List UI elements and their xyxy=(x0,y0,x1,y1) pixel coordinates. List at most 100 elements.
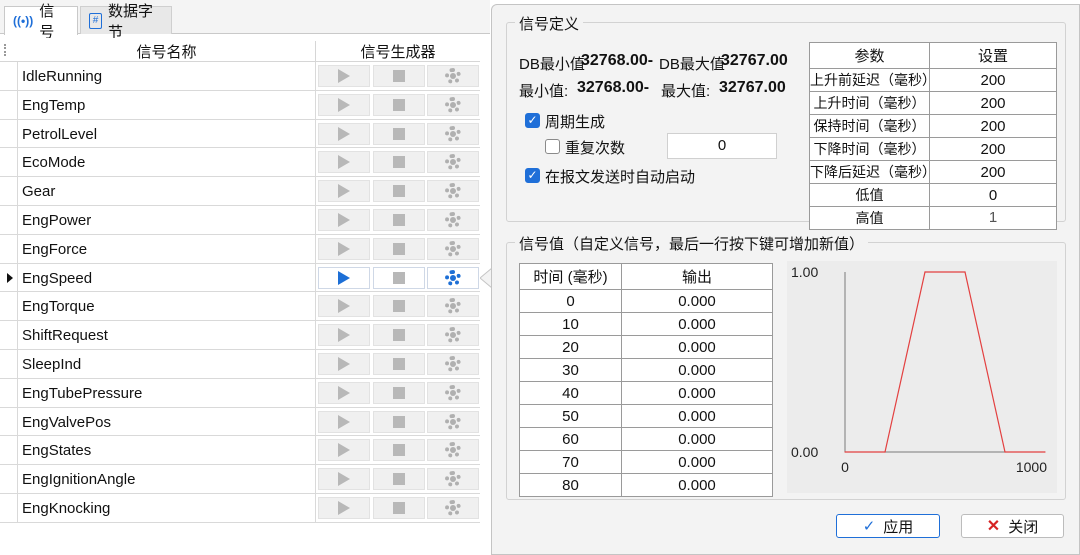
signal-row[interactable]: EngPower xyxy=(0,205,480,235)
start-button[interactable] xyxy=(318,208,370,231)
start-button[interactable] xyxy=(318,381,370,404)
value-row[interactable]: 40 0.000 xyxy=(519,381,773,405)
signal-row[interactable]: EngTubePressure xyxy=(0,378,480,408)
row-selector[interactable] xyxy=(0,407,18,436)
signal-row[interactable]: ShiftRequest xyxy=(0,321,480,350)
row-selector[interactable] xyxy=(0,321,18,349)
value-output[interactable]: 0.000 xyxy=(621,289,773,313)
signal-row[interactable]: EcoMode xyxy=(0,148,480,178)
row-selector[interactable] xyxy=(0,292,18,321)
param-row[interactable]: 上升时间（毫秒） 200 xyxy=(809,91,1057,115)
start-button[interactable] xyxy=(318,151,370,174)
value-output[interactable]: 0.000 xyxy=(621,358,773,382)
settings-button[interactable] xyxy=(427,237,479,260)
row-selector[interactable] xyxy=(0,119,18,148)
value-row[interactable]: 60 0.000 xyxy=(519,427,773,451)
settings-button[interactable] xyxy=(427,352,479,375)
start-button[interactable] xyxy=(318,468,370,491)
param-row[interactable]: 上升前延迟（毫秒） 200 xyxy=(809,68,1057,92)
signal-row[interactable]: EngForce xyxy=(0,234,480,264)
value-time[interactable]: 10 xyxy=(519,312,622,336)
param-row[interactable]: 下降后延迟（毫秒） 200 xyxy=(809,160,1057,184)
value-output[interactable]: 0.000 xyxy=(621,381,773,405)
row-selector[interactable] xyxy=(0,234,18,263)
value-time[interactable]: 50 xyxy=(519,404,622,428)
start-button[interactable] xyxy=(318,352,370,375)
value-row[interactable]: 50 0.000 xyxy=(519,404,773,428)
row-selector[interactable] xyxy=(0,349,18,378)
signal-row[interactable]: EngSpeed xyxy=(0,263,480,293)
stop-button[interactable] xyxy=(373,381,425,404)
param-row[interactable]: 下降时间（毫秒） 200 xyxy=(809,137,1057,161)
signal-row[interactable]: IdleRunning xyxy=(0,62,480,91)
start-button[interactable] xyxy=(318,496,370,519)
start-button[interactable] xyxy=(318,237,370,260)
value-row[interactable]: 10 0.000 xyxy=(519,312,773,336)
param-row[interactable]: 高值 1 xyxy=(809,206,1057,230)
stop-button[interactable] xyxy=(373,496,425,519)
value-row[interactable]: 30 0.000 xyxy=(519,358,773,382)
signal-name-cell[interactable] xyxy=(18,177,316,205)
signal-row[interactable]: SleepInd xyxy=(0,349,480,379)
apply-button[interactable]: ✓ 应用 xyxy=(836,514,940,538)
row-selector[interactable] xyxy=(0,378,18,407)
settings-button[interactable] xyxy=(427,65,479,87)
settings-button[interactable] xyxy=(427,439,479,462)
stop-button[interactable] xyxy=(373,324,425,347)
value-time[interactable]: 30 xyxy=(519,358,622,382)
settings-button[interactable] xyxy=(427,180,479,203)
settings-button[interactable] xyxy=(427,295,479,318)
param-value[interactable]: 200 xyxy=(929,114,1057,138)
signal-row[interactable]: EngKnocking xyxy=(0,493,480,523)
value-row[interactable]: 80 0.000 xyxy=(519,473,773,497)
stop-button[interactable] xyxy=(373,122,425,145)
repeat-count-input[interactable]: 0 xyxy=(667,133,777,159)
row-selector[interactable] xyxy=(0,62,18,90)
start-button[interactable] xyxy=(318,180,370,203)
start-button[interactable] xyxy=(318,295,370,318)
param-value[interactable]: 1 xyxy=(929,206,1057,230)
row-selector[interactable] xyxy=(0,465,18,493)
value-output[interactable]: 0.000 xyxy=(621,404,773,428)
stop-button[interactable] xyxy=(373,410,425,433)
value-row[interactable]: 0 0.000 xyxy=(519,289,773,313)
stop-button[interactable] xyxy=(373,151,425,174)
signal-row[interactable]: Gear xyxy=(0,177,480,206)
row-selector[interactable] xyxy=(0,90,18,119)
start-button[interactable] xyxy=(318,266,370,289)
value-output[interactable]: 0.000 xyxy=(621,450,773,474)
settings-button[interactable] xyxy=(427,266,479,289)
row-selector[interactable] xyxy=(0,148,18,177)
signal-row[interactable]: PetrolLevel xyxy=(0,119,480,149)
signal-row[interactable]: EngTemp xyxy=(0,90,480,120)
start-button[interactable] xyxy=(318,410,370,433)
value-row[interactable]: 70 0.000 xyxy=(519,450,773,474)
signal-row[interactable]: EngTorque xyxy=(0,292,480,322)
stop-button[interactable] xyxy=(373,180,425,203)
periodic-checkbox[interactable]: ✓ xyxy=(525,113,540,128)
stop-button[interactable] xyxy=(373,439,425,462)
settings-button[interactable] xyxy=(427,122,479,145)
stop-button[interactable] xyxy=(373,65,425,87)
row-selector[interactable] xyxy=(0,436,18,465)
signal-row[interactable]: EngStates xyxy=(0,436,480,466)
start-button[interactable] xyxy=(318,65,370,87)
close-button[interactable]: ✕ 关闭 xyxy=(961,514,1064,538)
row-selector[interactable] xyxy=(0,205,18,234)
start-button[interactable] xyxy=(318,324,370,347)
start-button[interactable] xyxy=(318,122,370,145)
row-selector[interactable] xyxy=(0,263,18,292)
settings-button[interactable] xyxy=(427,208,479,231)
value-time[interactable]: 0 xyxy=(519,289,622,313)
param-row[interactable]: 低值 0 xyxy=(809,183,1057,207)
value-output[interactable]: 0.000 xyxy=(621,427,773,451)
row-selector[interactable] xyxy=(0,493,18,522)
settings-button[interactable] xyxy=(427,496,479,519)
stop-button[interactable] xyxy=(373,93,425,116)
stop-button[interactable] xyxy=(373,237,425,260)
value-time[interactable]: 40 xyxy=(519,381,622,405)
stop-button[interactable] xyxy=(373,208,425,231)
tab-signals[interactable]: ((•)) 信号 xyxy=(4,3,78,41)
autostart-checkbox[interactable]: ✓ xyxy=(525,168,540,183)
stop-button[interactable] xyxy=(373,468,425,491)
